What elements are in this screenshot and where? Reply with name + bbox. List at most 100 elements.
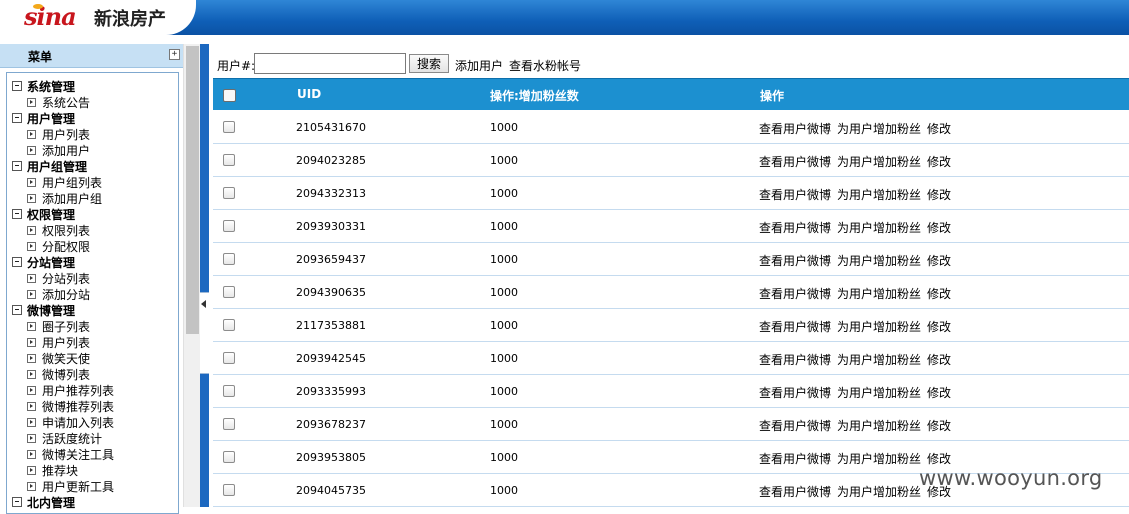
add-fans-link[interactable]: 为用户增加粉丝	[837, 188, 921, 202]
row-actions: 查看用户微博 为用户增加粉丝 修改	[759, 186, 957, 203]
add-fans-link[interactable]: 为用户增加粉丝	[837, 386, 921, 400]
collapse-icon[interactable]	[12, 497, 22, 507]
menu-item-label: 用户更新工具	[42, 480, 115, 494]
table-row: 2093930331 1000 查看用户微博 为用户增加粉丝 修改	[213, 209, 1129, 243]
row-checkbox[interactable]	[223, 385, 235, 397]
add-fans-link[interactable]: 为用户增加粉丝	[837, 221, 921, 235]
edit-link[interactable]: 修改	[927, 452, 951, 466]
menu-item-label: 用户列表	[42, 128, 91, 142]
row-checkbox[interactable]	[223, 286, 235, 298]
row-checkbox[interactable]	[223, 418, 235, 430]
row-actions: 查看用户微博 为用户增加粉丝 修改	[759, 120, 957, 137]
table-row: 2117353881 1000 查看用户微博 为用户增加粉丝 修改	[213, 308, 1129, 342]
page-icon	[27, 290, 36, 299]
row-checkbox[interactable]	[223, 121, 235, 133]
view-weibo-link[interactable]: 查看用户微博	[759, 188, 831, 202]
row-actions: 查看用户微博 为用户增加粉丝 修改	[759, 153, 957, 170]
row-actions: 查看用户微博 为用户增加粉丝 修改	[759, 252, 957, 269]
edit-link[interactable]: 修改	[927, 188, 951, 202]
row-actions: 查看用户微博 为用户增加粉丝 修改	[759, 351, 957, 368]
menu-group-label: 分站管理	[27, 256, 76, 270]
search-button[interactable]: 搜索	[409, 54, 449, 73]
row-actions: 查看用户微博 为用户增加粉丝 修改	[759, 450, 957, 467]
add-fans-link[interactable]: 为用户增加粉丝	[837, 452, 921, 466]
view-weibo-link[interactable]: 查看用户微博	[759, 353, 831, 367]
fans-cell: 1000	[490, 121, 518, 134]
row-checkbox[interactable]	[223, 484, 235, 496]
edit-link[interactable]: 修改	[927, 287, 951, 301]
add-user-link[interactable]: 添加用户	[455, 57, 503, 74]
add-fans-link[interactable]: 为用户增加粉丝	[837, 155, 921, 169]
view-weibo-link[interactable]: 查看用户微博	[759, 419, 831, 433]
edit-link[interactable]: 修改	[927, 353, 951, 367]
site-title: 新浪房产	[94, 9, 166, 30]
collapse-icon[interactable]	[12, 305, 22, 315]
row-checkbox[interactable]	[223, 253, 235, 265]
page-icon	[27, 178, 36, 187]
add-fans-link[interactable]: 为用户增加粉丝	[837, 419, 921, 433]
collapse-icon[interactable]	[12, 161, 22, 171]
collapse-left-icon[interactable]	[201, 300, 206, 308]
select-all-checkbox[interactable]	[223, 89, 236, 102]
add-fans-link[interactable]: 为用户增加粉丝	[837, 287, 921, 301]
add-fans-link[interactable]: 为用户增加粉丝	[837, 122, 921, 136]
table-row: 2094390635 1000 查看用户微博 为用户增加粉丝 修改	[213, 275, 1129, 309]
add-fans-link[interactable]: 为用户增加粉丝	[837, 485, 921, 499]
uid-search-input[interactable]	[254, 53, 406, 74]
view-weibo-link[interactable]: 查看用户微博	[759, 254, 831, 268]
menu-item-label: 系统公告	[42, 96, 91, 110]
plus-box-icon[interactable]: +	[169, 49, 180, 60]
table-row: 2093335993 1000 查看用户微博 为用户增加粉丝 修改	[213, 374, 1129, 408]
collapse-icon[interactable]	[12, 113, 22, 123]
view-weibo-link[interactable]: 查看用户微博	[759, 122, 831, 136]
edit-link[interactable]: 修改	[927, 254, 951, 268]
menu-item-label: 微笑天使	[42, 352, 91, 366]
edit-link[interactable]: 修改	[927, 320, 951, 334]
table-row: 2093678237 1000 查看用户微博 为用户增加粉丝 修改	[213, 407, 1129, 441]
menu-scrollbar-thumb[interactable]	[186, 46, 199, 334]
edit-link[interactable]: 修改	[927, 386, 951, 400]
add-fans-link[interactable]: 为用户增加粉丝	[837, 254, 921, 268]
view-weibo-link[interactable]: 查看用户微博	[759, 221, 831, 235]
view-weibo-link[interactable]: 查看用户微博	[759, 287, 831, 301]
collapse-icon[interactable]	[12, 209, 22, 219]
row-checkbox[interactable]	[223, 451, 235, 463]
view-weibo-link[interactable]: 查看用户微博	[759, 485, 831, 499]
edit-link[interactable]: 修改	[927, 155, 951, 169]
add-fans-link[interactable]: 为用户增加粉丝	[837, 320, 921, 334]
collapse-icon[interactable]	[12, 81, 22, 91]
page-icon	[27, 418, 36, 427]
view-weibo-link[interactable]: 查看用户微博	[759, 155, 831, 169]
fans-cell: 1000	[490, 451, 518, 464]
row-actions: 查看用户微博 为用户增加粉丝 修改	[759, 417, 957, 434]
view-weibo-link[interactable]: 查看用户微博	[759, 452, 831, 466]
page-icon	[27, 226, 36, 235]
col-actions-header: 操作	[760, 89, 785, 103]
row-checkbox[interactable]	[223, 319, 235, 331]
edit-link[interactable]: 修改	[927, 221, 951, 235]
edit-link[interactable]: 修改	[927, 122, 951, 136]
row-actions: 查看用户微博 为用户增加粉丝 修改	[759, 219, 957, 236]
sidebar-menu: 菜单 + 系统管理 系统公告 用户管理 用户列表 添加用户 用户组管理 用户组列表 添加用户组…	[0, 44, 183, 514]
menu-tree: 系统管理 系统公告 用户管理 用户列表 添加用户 用户组管理 用户组列表 添加用户组 权限管理权…	[6, 72, 179, 514]
view-water-accounts-link[interactable]: 查看水粉帐号	[509, 57, 581, 74]
menu-item-label: 活跃度统计	[42, 432, 103, 446]
panel-splitter[interactable]	[200, 44, 209, 507]
table-row: 2094023285 1000 查看用户微博 为用户增加粉丝 修改	[213, 143, 1129, 177]
fans-cell: 1000	[490, 253, 518, 266]
row-checkbox[interactable]	[223, 352, 235, 364]
add-fans-link[interactable]: 为用户增加粉丝	[837, 353, 921, 367]
row-checkbox[interactable]	[223, 187, 235, 199]
table-row: 2105431670 1000 查看用户微博 为用户增加粉丝 修改	[213, 110, 1129, 144]
menu-scrollbar[interactable]	[183, 44, 201, 507]
menu-group-label: 用户管理	[27, 112, 76, 126]
view-weibo-link[interactable]: 查看用户微博	[759, 320, 831, 334]
edit-link[interactable]: 修改	[927, 419, 951, 433]
uid-cell: 2094023285	[296, 154, 366, 167]
fans-cell: 1000	[490, 220, 518, 233]
menu-item-label: 添加用户	[42, 144, 91, 158]
row-checkbox[interactable]	[223, 154, 235, 166]
view-weibo-link[interactable]: 查看用户微博	[759, 386, 831, 400]
collapse-icon[interactable]	[12, 257, 22, 267]
row-checkbox[interactable]	[223, 220, 235, 232]
